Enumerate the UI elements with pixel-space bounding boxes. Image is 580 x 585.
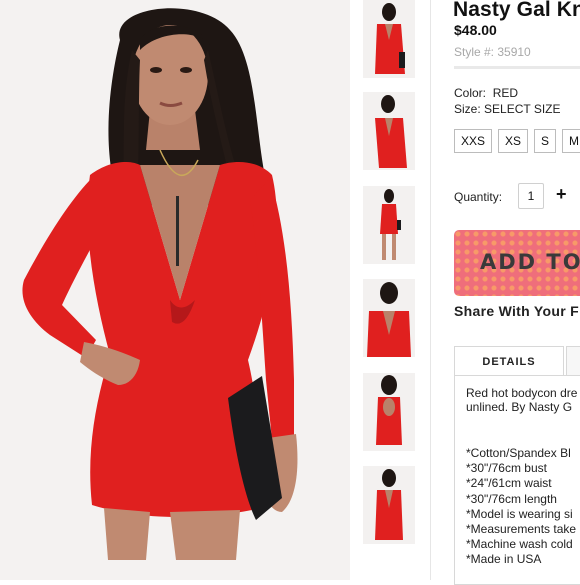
color-value: RED <box>492 86 519 100</box>
description-line: Red hot bodycon dre <box>466 386 578 400</box>
thumbnail-1[interactable] <box>363 0 415 78</box>
quantity-input[interactable]: 1 <box>518 183 544 209</box>
product-specs: *Cotton/Spandex Bl *30"/76cm bust *24"/6… <box>466 446 576 568</box>
tab-secondary[interactable] <box>566 346 580 376</box>
spec-item: *30"/76cm length <box>466 491 557 506</box>
thumbnail-4[interactable] <box>363 279 415 357</box>
product-price: $48.00 <box>454 22 497 38</box>
thumbnail-5[interactable] <box>363 373 415 451</box>
size-option-xs[interactable]: XS <box>498 129 529 153</box>
spec-item: *24"/61cm waist <box>466 476 552 491</box>
thumbnail-3[interactable] <box>363 186 415 264</box>
thumbnail-2[interactable] <box>363 92 415 170</box>
spec-item: *Model is wearing si <box>466 506 573 521</box>
size-label: Size: <box>454 102 481 116</box>
thumbnail-model-illustration <box>363 0 415 78</box>
size-options: XXS XS S M <box>454 129 580 153</box>
color-label: Color: <box>454 86 487 100</box>
thumbnail-model-illustration <box>363 279 415 357</box>
thumbnail-model-illustration <box>363 373 415 451</box>
plus-icon[interactable]: + <box>556 182 567 206</box>
divider <box>454 66 580 69</box>
spec-item: *Machine wash cold <box>466 537 573 552</box>
main-product-photo[interactable] <box>0 0 350 580</box>
share-heading: Share With Your F <box>454 303 580 319</box>
size-value: SELECT SIZE <box>484 102 561 116</box>
size-option-s[interactable]: S <box>534 129 557 153</box>
add-to-bag-button[interactable]: ADD TO <box>454 230 580 296</box>
color-row: Color: RED <box>454 86 518 100</box>
model-photo-illustration <box>0 0 350 580</box>
spec-item: *Cotton/Spandex Bl <box>466 446 571 460</box>
quantity-label: Quantity: <box>454 190 503 204</box>
product-title: Nasty Gal Kn <box>453 0 580 21</box>
tab-details[interactable]: DETAILS <box>454 346 564 376</box>
spec-item: *Measurements take <box>466 522 577 537</box>
add-to-bag-label: ADD TO <box>480 250 580 274</box>
size-row: Size: SELECT SIZE <box>454 102 561 116</box>
style-number: Style #: 35910 <box>454 45 531 59</box>
thumbnail-divider <box>430 0 431 580</box>
description-line: unlined. By Nasty G <box>466 400 573 414</box>
spec-item: *Made in USA <box>466 552 542 567</box>
thumbnail-6[interactable] <box>363 466 415 544</box>
size-option-xxs[interactable]: XXS <box>454 129 493 153</box>
thumbnail-model-illustration <box>363 466 415 544</box>
thumbnail-model-illustration <box>363 92 415 170</box>
thumbnail-strip <box>360 0 418 580</box>
spec-item: *30"/76cm bust <box>466 461 547 476</box>
size-option-m[interactable]: M <box>562 129 580 153</box>
thumbnail-model-illustration <box>363 186 415 264</box>
product-description: Red hot bodycon dre unlined. By Nasty G <box>466 386 577 414</box>
